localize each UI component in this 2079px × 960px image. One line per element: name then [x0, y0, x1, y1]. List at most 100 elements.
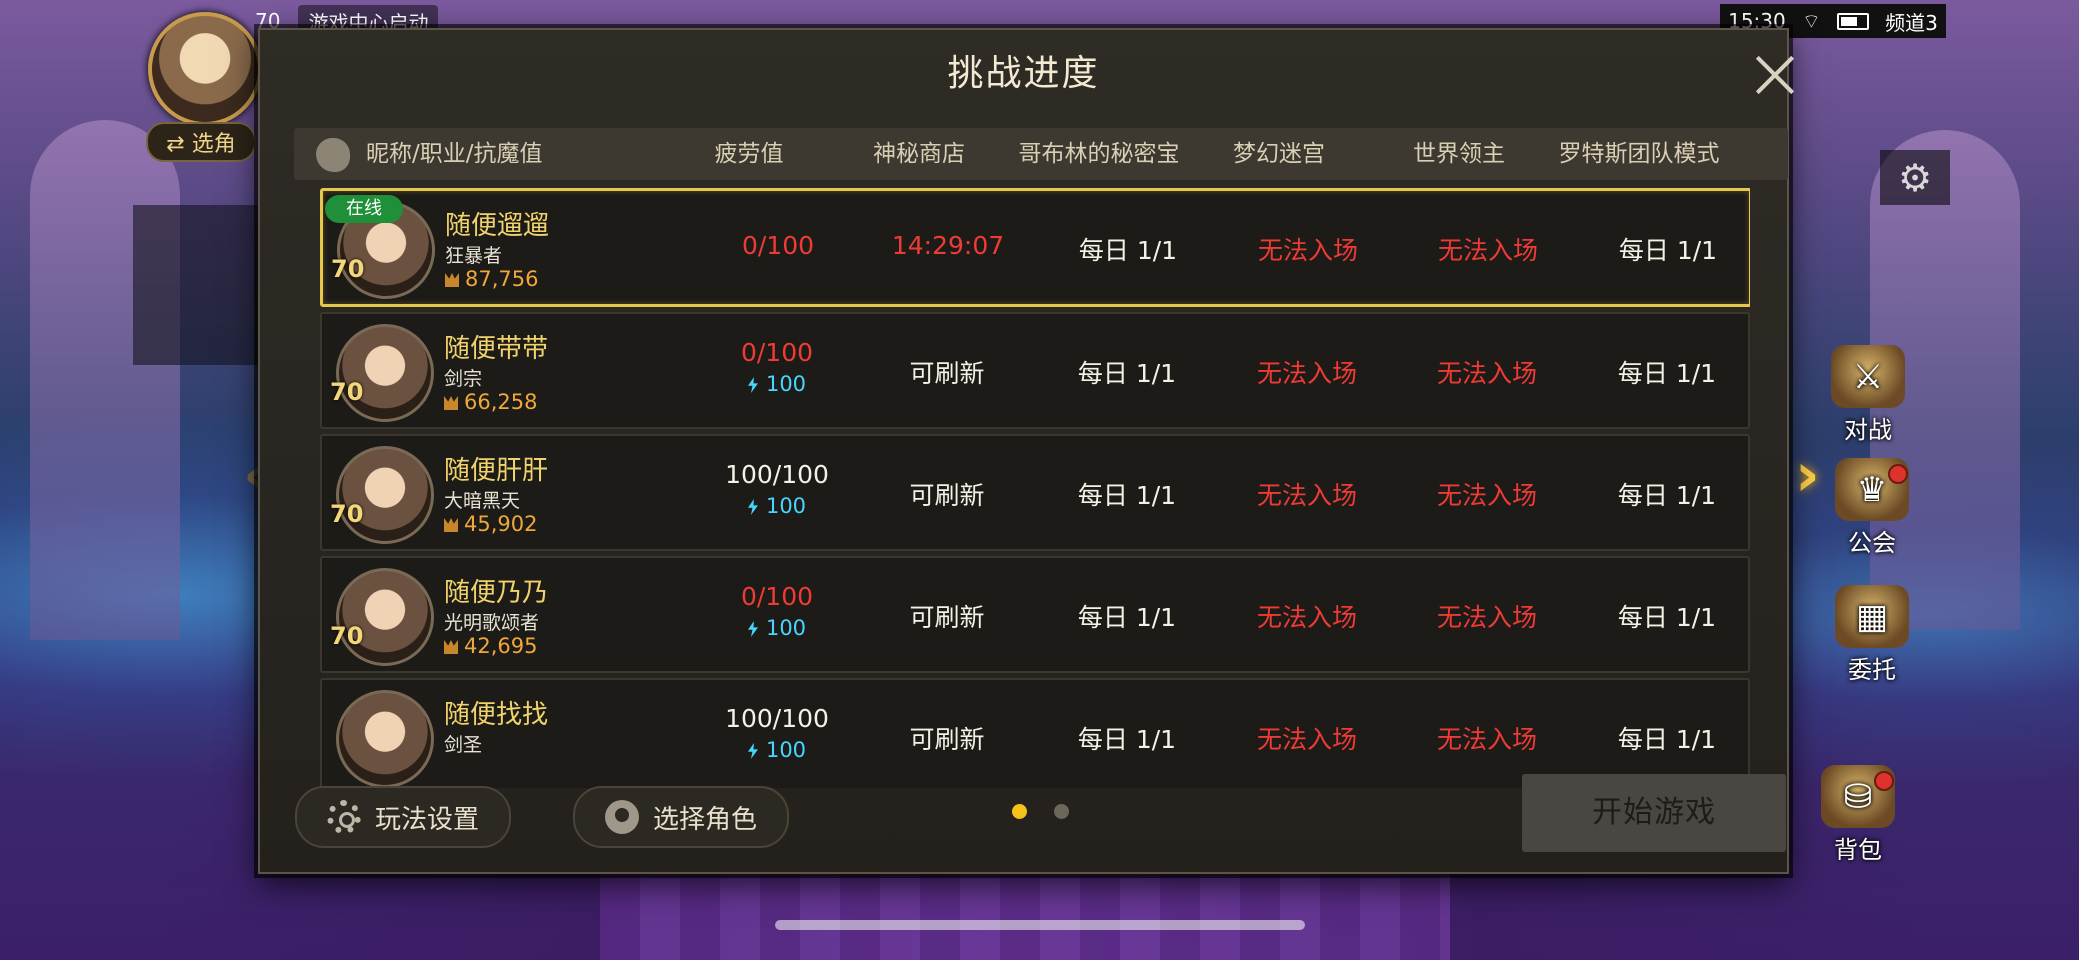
fatigue-value: 0/100 — [740, 338, 814, 367]
start-game-button[interactable]: 开始游戏 — [1522, 774, 1786, 852]
fatigue-value: 100/100 — [725, 704, 829, 733]
dream-maze-status: 无法入场 — [1256, 481, 1357, 510]
world-boss-status: 无法入场 — [1436, 725, 1537, 754]
crossed-swords-icon: ⚔ — [1831, 345, 1905, 408]
anti-magic-value: 66,258 — [464, 390, 538, 414]
dream-maze-status: 无法入场 — [1256, 603, 1357, 632]
player-avatar[interactable] — [148, 12, 262, 126]
goblin-vault-status: 每日 1/1 — [1077, 603, 1177, 632]
character-class: 大暗黑天 — [444, 490, 521, 512]
character-level: 70 — [330, 500, 370, 540]
character-level: 70 — [331, 255, 371, 295]
select-character-button[interactable]: 选择角色 — [573, 786, 789, 848]
dream-maze-status: 无法入场 — [1256, 359, 1357, 388]
character-list[interactable]: 在线 70 随便遛遛 狂暴者 87,756 0/100 14:29:07 每日 … — [320, 188, 1750, 788]
lightning-icon — [747, 743, 758, 759]
goblin-vault-status: 每日 1/1 — [1077, 481, 1177, 510]
fatigue-recover: 100 — [697, 616, 857, 640]
character-row[interactable]: 在线 70 随便遛遛 狂暴者 87,756 0/100 14:29:07 每日 … — [320, 188, 1750, 307]
dream-maze-status: 无法入场 — [1257, 236, 1358, 265]
anti-magic-value: 42,695 — [464, 634, 538, 658]
guild-button[interactable]: ♛ 公会 — [1822, 458, 1922, 558]
anti-magic-icon — [444, 640, 458, 654]
character-name: 随便遛遛 — [445, 211, 550, 241]
backpack-label: 背包 — [1834, 836, 1882, 864]
fatigue-recover: 100 — [697, 372, 857, 396]
battery-icon — [1836, 12, 1869, 30]
character-name: 随便肝肝 — [444, 456, 549, 486]
anti-magic-score: 87,756 — [445, 267, 538, 291]
anti-magic-score: 66,258 — [444, 390, 537, 414]
column-fatigue: 疲劳值 — [714, 141, 784, 167]
world-boss-status: 无法入场 — [1436, 359, 1537, 388]
mystery-shop-status: 14:29:07 — [891, 231, 1005, 260]
character-class: 剑宗 — [444, 368, 483, 390]
commission-button[interactable]: ▦ 委托 — [1822, 585, 1922, 685]
lightning-icon — [747, 499, 758, 515]
goblin-vault-status: 每日 1/1 — [1077, 359, 1177, 388]
backpack-notification-dot — [1874, 771, 1894, 791]
home-indicator[interactable] — [775, 920, 1305, 930]
anti-magic-score: 42,695 — [444, 634, 537, 658]
dream-maze-status: 无法入场 — [1256, 725, 1357, 754]
table-header: 昵称/职业/抗魔值 疲劳值 神秘商店 哥布林的秘密宝库 梦幻迷宫 世界领主 罗特… — [294, 128, 1788, 219]
anti-magic-icon — [444, 396, 458, 410]
fatigue-recover-value: 100 — [765, 494, 807, 518]
page-indicator-inactive[interactable] — [1054, 804, 1069, 819]
character-row[interactable]: 70 随便带带 剑宗 66,258 0/100 100 可刷新 每日 1/1 无… — [320, 312, 1750, 429]
anti-magic-icon — [445, 273, 459, 287]
page-indicator-active[interactable] — [1012, 804, 1027, 819]
raid-mode-status: 每日 1/1 — [1617, 725, 1717, 754]
raid-mode-status: 每日 1/1 — [1617, 359, 1717, 388]
fatigue-value: 0/100 — [740, 582, 814, 611]
close-icon[interactable] — [1750, 50, 1800, 100]
channel-label[interactable]: 频道3 — [1885, 7, 1938, 36]
fatigue-value: 0/100 — [741, 231, 815, 260]
select-character-label: 选择角色 — [652, 804, 757, 835]
mystery-shop-status: 可刷新 — [909, 481, 985, 510]
column-goblin-vault: 哥布林的秘密宝库 — [1018, 141, 1180, 219]
world-boss-status: 无法入场 — [1436, 603, 1537, 632]
fatigue-recover: 100 — [697, 738, 857, 762]
character-row[interactable]: 随便找找 剑圣 100/100 100 可刷新 每日 1/1 无法入场 无法入场… — [320, 678, 1750, 788]
commission-label: 委托 — [1848, 656, 1896, 684]
raid-mode-status: 每日 1/1 — [1617, 481, 1717, 510]
character-level: 70 — [330, 378, 370, 418]
column-mystery-shop: 神秘商店 — [873, 141, 965, 167]
goblin-vault-status: 每日 1/1 — [1078, 236, 1178, 265]
mystery-shop-status: 可刷新 — [909, 359, 985, 388]
backpack-button[interactable]: ⛁ 背包 — [1808, 765, 1908, 865]
anti-magic-value: 45,902 — [464, 512, 538, 536]
raid-mode-status: 每日 1/1 — [1618, 236, 1718, 265]
character-row[interactable]: 70 随便肝肝 大暗黑天 45,902 100/100 100 可刷新 每日 1… — [320, 434, 1750, 551]
world-boss-status: 无法入场 — [1436, 481, 1537, 510]
guild-notification-dot — [1888, 464, 1908, 484]
character-class: 光明歌颂者 — [444, 612, 540, 634]
gameplay-settings-button[interactable]: 玩法设置 — [295, 786, 511, 848]
fatigue-value: 100/100 — [725, 460, 829, 489]
mystery-shop-status: 可刷新 — [909, 725, 985, 754]
commission-board-icon: ▦ — [1835, 585, 1909, 648]
fatigue-recover-value: 100 — [765, 616, 807, 640]
lightning-icon — [747, 621, 758, 637]
column-world-boss: 世界领主 — [1413, 141, 1505, 167]
character-row[interactable]: 70 随便乃乃 光明歌颂者 42,695 0/100 100 可刷新 每日 1/… — [320, 556, 1750, 673]
anti-magic-icon — [444, 518, 458, 532]
character-level: 70 — [330, 622, 370, 662]
switch-role-button[interactable]: ⇄ 选角 — [146, 122, 256, 162]
guild-label: 公会 — [1848, 529, 1896, 557]
raid-mode-status: 每日 1/1 — [1617, 603, 1717, 632]
settings-gear-icon[interactable]: ⚙ — [1880, 150, 1950, 205]
next-page-arrow-icon[interactable]: › — [1795, 440, 1820, 510]
column-name: 昵称/职业/抗魔值 — [366, 141, 543, 167]
column-dream-maze: 梦幻迷宫 — [1233, 141, 1325, 167]
column-raid-mode: 罗特斯团队模式 — [1558, 141, 1720, 167]
battle-button[interactable]: ⚔ 对战 — [1818, 345, 1918, 445]
online-badge: 在线 — [325, 195, 403, 223]
switch-role-label: ⇄ 选角 — [166, 132, 236, 157]
dialog-title: 挑战进度 — [947, 53, 1100, 94]
gear-icon — [326, 800, 361, 834]
world-boss-status: 无法入场 — [1437, 236, 1538, 265]
anti-magic-value: 87,756 — [465, 267, 539, 291]
character-portrait — [336, 690, 434, 788]
